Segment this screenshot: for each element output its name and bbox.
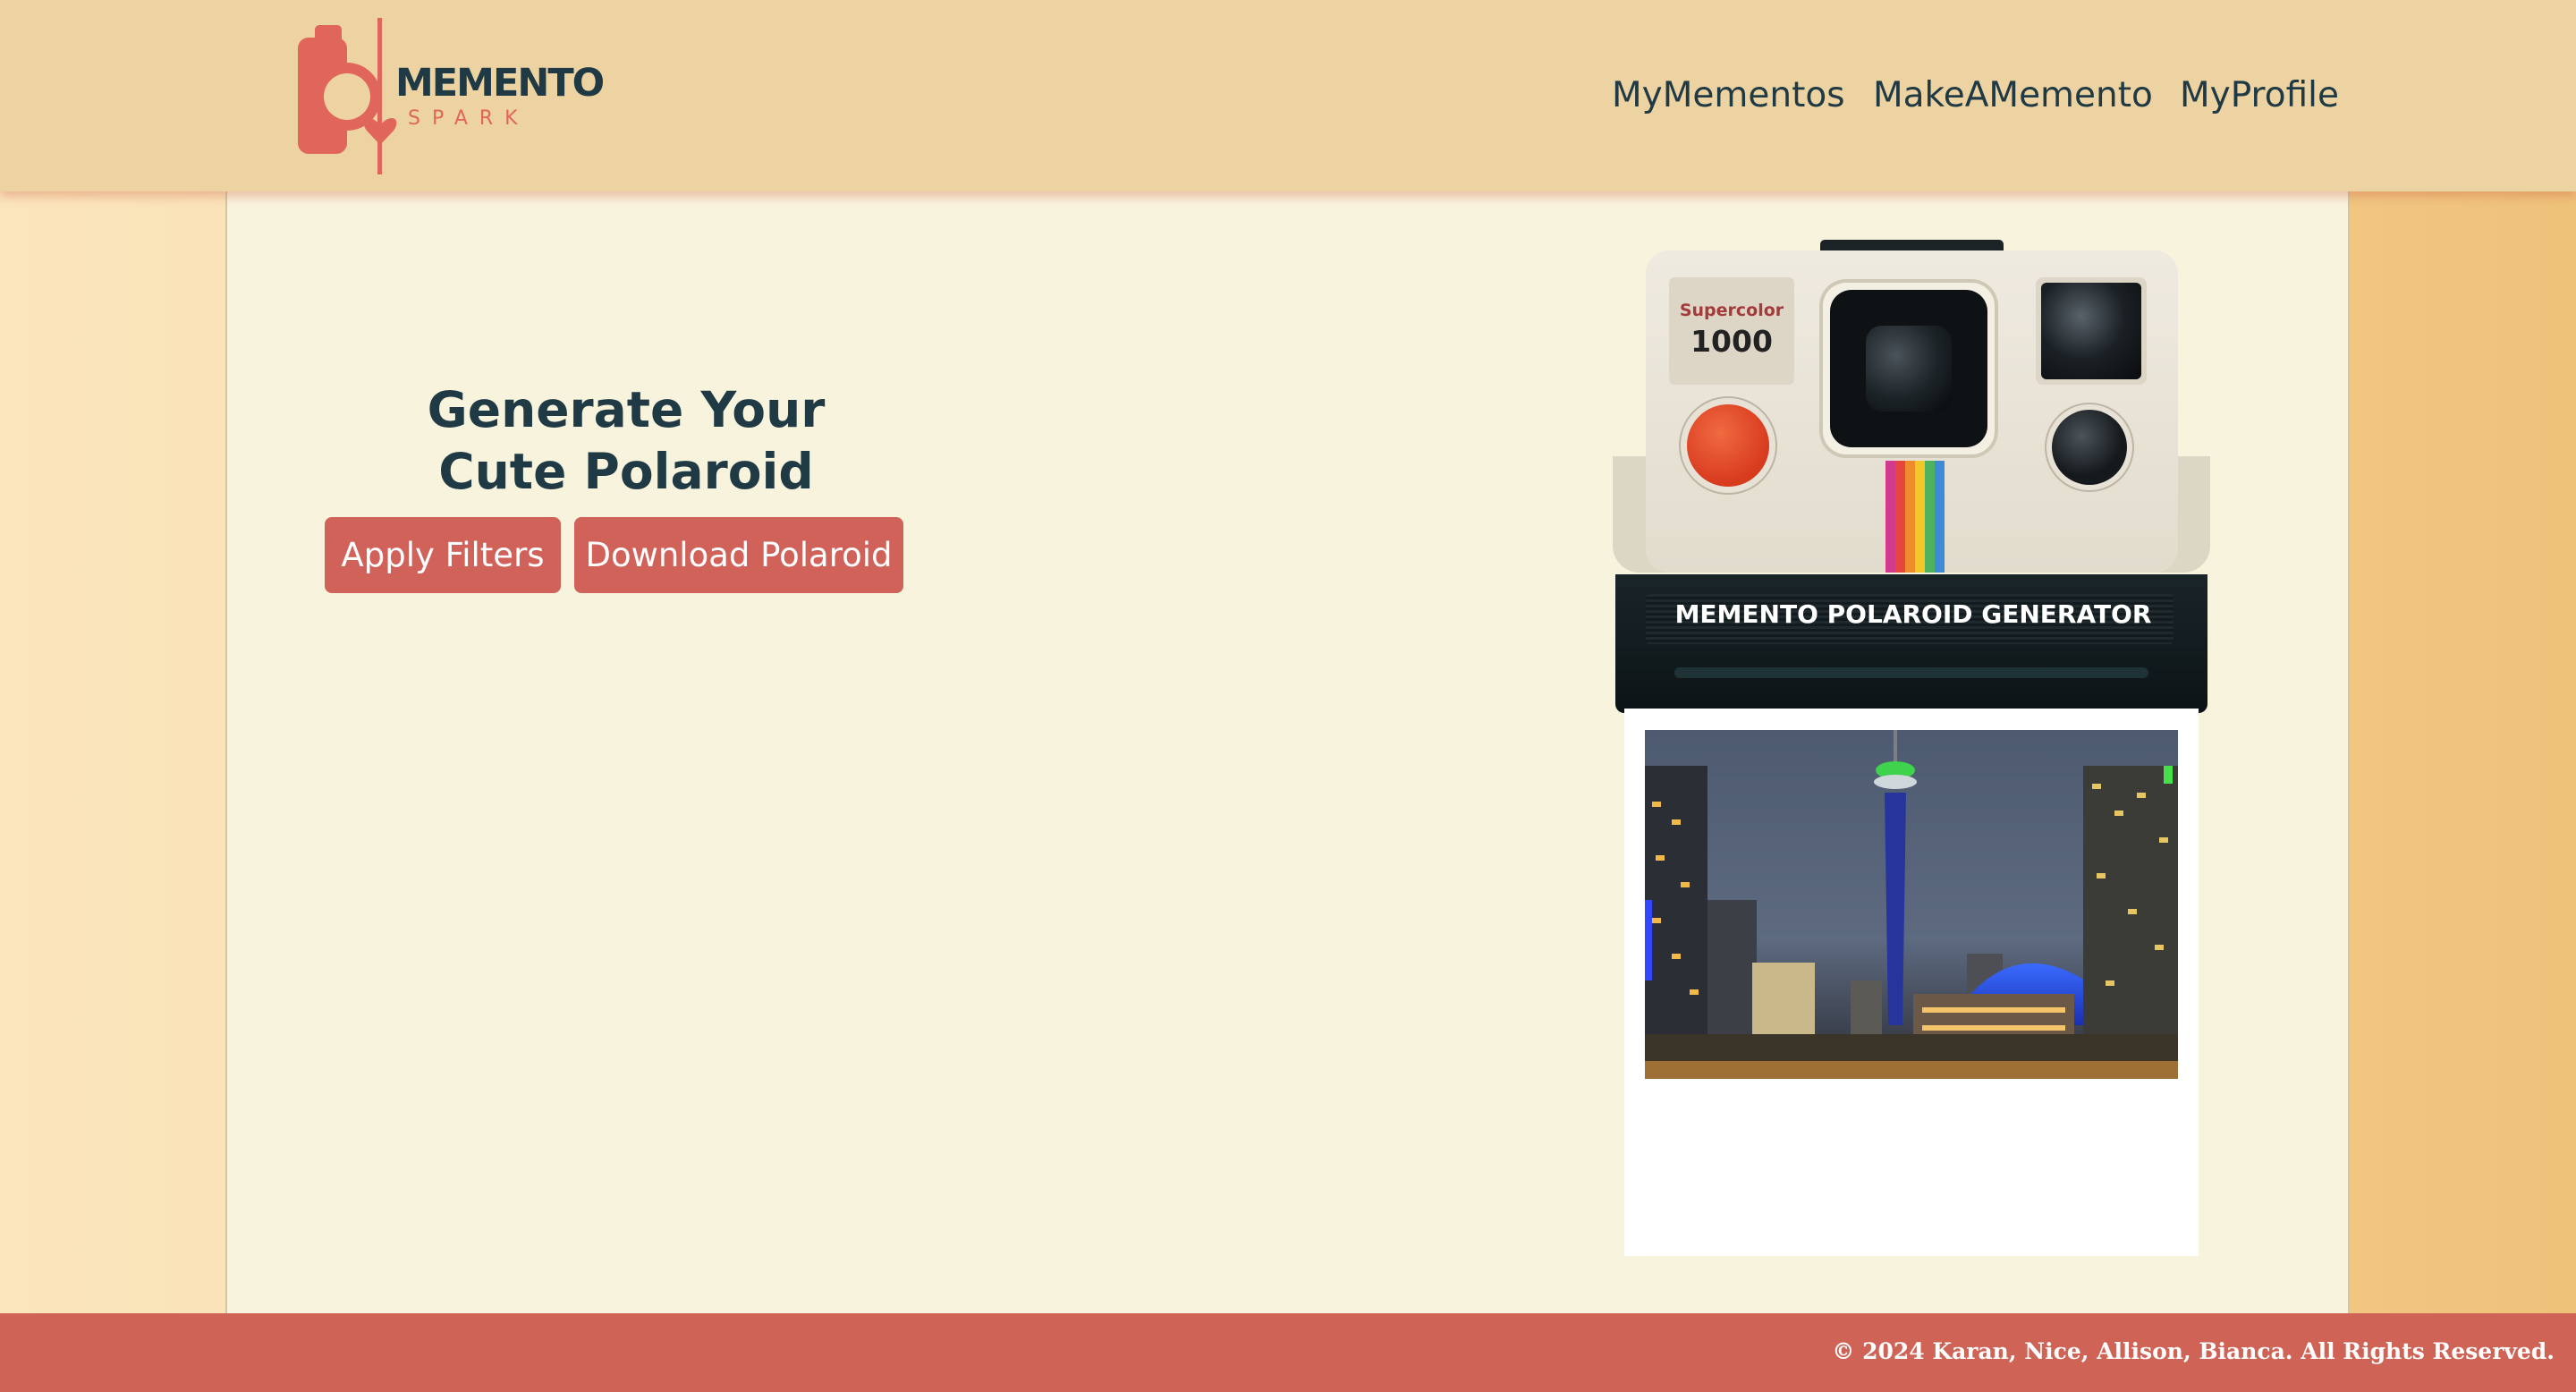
apply-filters-button[interactable]: Apply Filters xyxy=(325,517,561,593)
light-sensor-icon xyxy=(2052,410,2127,485)
polaroid-camera: Supercolor 1000 MEMENTO POLAROID GENERAT… xyxy=(1610,234,2211,1260)
lens-glass xyxy=(1866,326,1952,412)
logo-title: MEMENTO xyxy=(395,61,605,106)
polaroid-paper xyxy=(1624,709,2199,1256)
site-footer: © 2024 Karan, Nice, Allison, Bianca. All… xyxy=(0,1313,2576,1392)
viewfinder-icon xyxy=(2036,277,2147,385)
viewfinder-glass xyxy=(2041,283,2141,379)
nav-link-makeamemento[interactable]: MakeAMemento xyxy=(1873,75,2153,115)
download-polaroid-button[interactable]: Download Polaroid xyxy=(574,517,903,593)
generator-label: MEMENTO POLAROID GENERATOR xyxy=(1674,599,2152,629)
slot-opening xyxy=(1674,667,2148,678)
camera-model-number: 1000 xyxy=(1690,324,1773,359)
rainbow-stripe xyxy=(1885,461,1945,573)
city-skyline-photo xyxy=(1645,730,2178,1079)
camera-lens-icon xyxy=(1830,290,1987,447)
shutter-button-icon xyxy=(1687,404,1769,487)
camera-lens-housing xyxy=(1819,279,1998,458)
nav-link-myprofile[interactable]: MyProfile xyxy=(2180,75,2339,115)
copyright-text: © 2024 Karan, Nice, Allison, Bianca. All… xyxy=(1832,1338,2555,1364)
camera-model-small: Supercolor xyxy=(1679,301,1784,320)
page-heading: Generate Your Cute Polaroid xyxy=(427,381,826,500)
site-header: MEMENTO SPARK MyMementos MakeAMemento My… xyxy=(0,0,2576,191)
film-slot: MEMENTO POLAROID GENERATOR xyxy=(1615,574,2207,713)
memento-spark-logo[interactable]: MEMENTO SPARK xyxy=(295,18,605,174)
city-skyline-night-image xyxy=(1645,730,2178,1079)
nav-link-mymementos[interactable]: MyMementos xyxy=(1612,75,1845,115)
camera-heart-logo-icon xyxy=(298,18,397,174)
logo-subtitle: SPARK xyxy=(408,107,530,130)
